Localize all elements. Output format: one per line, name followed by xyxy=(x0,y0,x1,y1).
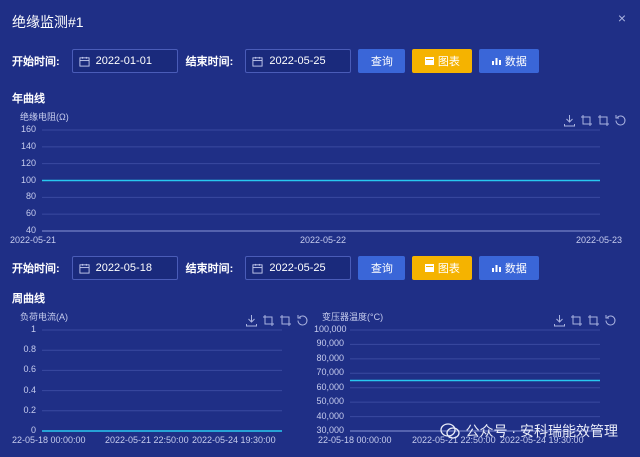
calendar-icon xyxy=(79,263,90,274)
query-button[interactable]: 查询 xyxy=(358,256,406,280)
start-time-label: 开始时间: xyxy=(12,263,60,275)
end-date-input[interactable]: 2022-05-25 xyxy=(245,256,352,280)
zoom-reset-icon[interactable] xyxy=(587,314,600,327)
y-tick-label: 160 xyxy=(20,124,36,134)
end-date-value: 2022-05-25 xyxy=(269,262,326,274)
wechat-icon xyxy=(439,423,460,439)
x-tick-label: 2022-05-21 xyxy=(10,235,57,245)
chart-button[interactable]: 图表 xyxy=(412,256,473,280)
y-tick-label: 40,000 xyxy=(316,410,344,421)
y-tick-label: 1 xyxy=(30,324,36,334)
chart3-ylabel: 变压器温度(°C) xyxy=(322,312,384,322)
y-tick-label: 0.4 xyxy=(23,384,36,395)
filter-row-week: 开始时间: 2022-05-18 结束时间: 2022-05-25 查询 图表 … xyxy=(12,256,540,280)
y-tick-label: 0 xyxy=(30,425,36,435)
chart-icon xyxy=(424,264,434,272)
download-icon[interactable] xyxy=(553,314,566,327)
y-tick-label: 0.6 xyxy=(23,364,36,375)
x-tick-label: 2022-05-24 19:30:00 xyxy=(192,435,276,445)
download-icon[interactable] xyxy=(245,314,258,327)
zoom-reset-icon[interactable] xyxy=(279,314,292,327)
chart-button-label: 图表 xyxy=(437,263,460,275)
y-tick-label: 100 xyxy=(20,174,36,185)
data-button-label: 数据 xyxy=(504,263,527,275)
watermark-text: 公众号 · 安科瑞能效管理 xyxy=(465,423,618,439)
y-tick-label: 90,000 xyxy=(316,338,344,349)
zoom-icon[interactable] xyxy=(570,314,583,327)
end-time-label: 结束时间: xyxy=(185,263,234,275)
y-tick-label: 0.8 xyxy=(23,344,36,355)
calendar-icon xyxy=(252,263,263,274)
x-tick-label: 2022-05-23 xyxy=(576,235,623,245)
y-tick-label: 120 xyxy=(20,157,36,168)
y-tick-label: 0.2 xyxy=(23,404,36,415)
x-tick-label: 2022-05-21 22:50:00 xyxy=(105,435,189,445)
start-date-value: 2022-05-18 xyxy=(95,262,152,274)
y-tick-label: 60 xyxy=(25,208,36,219)
y-tick-label: 80 xyxy=(25,191,36,202)
y-tick-label: 40 xyxy=(25,225,36,235)
x-tick-label: 2022-05-22 xyxy=(300,235,347,245)
y-tick-label: 60,000 xyxy=(316,381,344,392)
y-tick-label: 50,000 xyxy=(316,396,344,407)
restore-icon[interactable] xyxy=(296,314,309,327)
chart3-toolbox xyxy=(553,314,617,327)
y-tick-label: 100,000 xyxy=(314,324,347,334)
chart2-ylabel: 负荷电流(A) xyxy=(20,312,68,322)
y-tick-label: 80,000 xyxy=(316,352,344,363)
y-tick-label: 70,000 xyxy=(316,367,344,378)
y-tick-label: 140 xyxy=(20,140,36,151)
start-date-input[interactable]: 2022-05-18 xyxy=(71,256,178,280)
week-curve-heading: 周曲线 xyxy=(12,293,45,305)
y-tick-label: 30,000 xyxy=(316,425,344,435)
restore-icon[interactable] xyxy=(604,314,617,327)
x-tick-label: 22-05-18 00:00:00 xyxy=(12,435,86,445)
zoom-icon[interactable] xyxy=(262,314,275,327)
chart2-toolbox xyxy=(245,314,309,327)
watermark: 公众号 · 安科瑞能效管理 xyxy=(439,421,618,441)
x-tick-label: 22-05-18 00:00:00 xyxy=(318,435,392,445)
bar-chart-icon xyxy=(491,265,501,272)
data-button[interactable]: 数据 xyxy=(479,256,540,280)
